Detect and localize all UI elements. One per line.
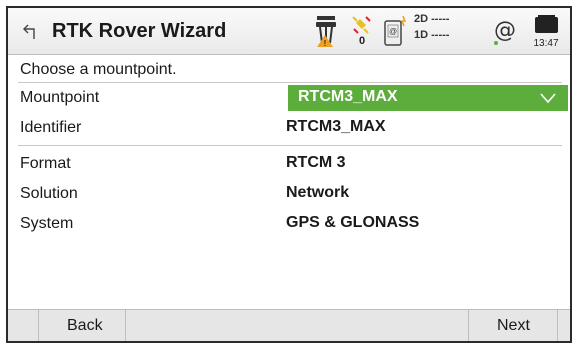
footer-bar: Back Next [8, 309, 570, 341]
device-screen: RTK Rover Wizard ! 0 @ 2D ----- 1D ----- [6, 6, 572, 343]
position-quality[interactable]: 2D ----- 1D ----- [414, 12, 466, 50]
mountpoint-value: RTCM3_MAX [298, 88, 398, 105]
solution-label: Solution [20, 185, 78, 202]
format-label: Format [20, 155, 71, 172]
clock: 13:47 [533, 38, 559, 49]
chevron-down-icon [540, 93, 556, 104]
identifier-value: RTCM3_MAX [286, 118, 386, 135]
satellite-count: 0 [359, 35, 366, 47]
back-button-label: Back [67, 317, 103, 334]
format-row: Format RTCM 3 [8, 150, 570, 178]
mountpoint-dropdown[interactable]: RTCM3_MAX [288, 85, 568, 111]
back-button[interactable]: Back [38, 310, 126, 341]
satellite-status[interactable]: 0 [350, 13, 374, 49]
solution-row: Solution Network [8, 180, 570, 208]
battery-icon [535, 15, 558, 33]
identifier-row: Identifier RTCM3_MAX [8, 114, 570, 142]
svg-text:!: ! [324, 39, 327, 48]
identifier-label: Identifier [20, 119, 82, 136]
back-arrow-icon[interactable] [22, 23, 40, 41]
divider [18, 145, 562, 146]
divider [18, 82, 562, 83]
svg-text:@: @ [494, 18, 516, 43]
title-bar: RTK Rover Wizard ! 0 @ 2D ----- 1D ----- [8, 8, 570, 55]
battery-status[interactable]: 13:47 [528, 13, 564, 53]
solution-value: Network [286, 184, 350, 201]
system-label: System [20, 215, 74, 232]
prompt-row: Choose a mountpoint. [8, 56, 570, 84]
svg-text:@: @ [389, 27, 397, 36]
position-2d: 2D ----- [414, 13, 450, 25]
satellite-icon [352, 16, 371, 34]
radio-link-icon[interactable]: @ [382, 13, 408, 49]
internet-icon[interactable]: @ [491, 13, 519, 49]
system-row: System GPS & GLONASS [8, 210, 570, 238]
rover-warning-icon[interactable]: ! [312, 13, 340, 49]
system-value: GPS & GLONASS [286, 214, 420, 231]
prompt-text: Choose a mountpoint. [20, 61, 177, 78]
format-value: RTCM 3 [286, 154, 346, 171]
position-1d: 1D ----- [414, 29, 450, 41]
next-button-label: Next [497, 317, 530, 334]
next-button[interactable]: Next [468, 310, 558, 341]
mountpoint-label: Mountpoint [20, 89, 100, 106]
page-title: RTK Rover Wizard [52, 20, 227, 42]
